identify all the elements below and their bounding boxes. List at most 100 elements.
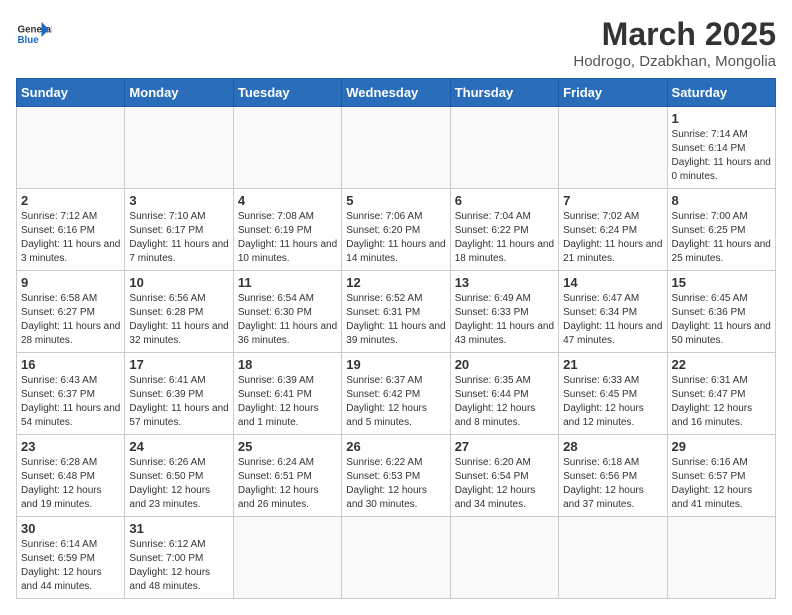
day-cell bbox=[450, 517, 558, 599]
day-number: 15 bbox=[672, 275, 771, 290]
day-number: 17 bbox=[129, 357, 228, 372]
day-number: 11 bbox=[238, 275, 337, 290]
day-number: 4 bbox=[238, 193, 337, 208]
day-cell: 15Sunrise: 6:45 AM Sunset: 6:36 PM Dayli… bbox=[667, 271, 775, 353]
day-cell: 26Sunrise: 6:22 AM Sunset: 6:53 PM Dayli… bbox=[342, 435, 450, 517]
day-cell: 16Sunrise: 6:43 AM Sunset: 6:37 PM Dayli… bbox=[17, 353, 125, 435]
weekday-header-saturday: Saturday bbox=[667, 79, 775, 107]
day-cell: 28 Sunrise: 6:18 AM Sunset: 6:56 PM Dayli… bbox=[559, 435, 667, 517]
day-number: 24 bbox=[129, 439, 228, 454]
day-cell bbox=[450, 107, 558, 189]
day-cell bbox=[342, 107, 450, 189]
day-info: Sunrise: 7:02 AM Sunset: 6:24 PM Dayligh… bbox=[563, 210, 662, 266]
day-info: Sunrise: 6:41 AM Sunset: 6:39 PM Dayligh… bbox=[129, 374, 228, 430]
day-number: 6 bbox=[455, 193, 554, 208]
weekday-header-wednesday: Wednesday bbox=[342, 79, 450, 107]
day-number: 14 bbox=[563, 275, 662, 290]
weekday-header-tuesday: Tuesday bbox=[233, 79, 341, 107]
day-number: 28 bbox=[563, 439, 662, 454]
day-cell: 29 Sunrise: 6:16 AM Sunset: 6:57 PM Dayli… bbox=[667, 435, 775, 517]
day-number: 13 bbox=[455, 275, 554, 290]
day-info: Sunrise: 7:06 AM Sunset: 6:20 PM Dayligh… bbox=[346, 210, 445, 266]
svg-text:Blue: Blue bbox=[18, 35, 40, 46]
day-cell: 10Sunrise: 6:56 AM Sunset: 6:28 PM Dayli… bbox=[125, 271, 233, 353]
day-info: Sunrise: 7:10 AM Sunset: 6:17 PM Dayligh… bbox=[129, 210, 228, 266]
day-number: 2 bbox=[21, 193, 120, 208]
day-cell: 11 Sunrise: 6:54 AM Sunset: 6:30 PM Dayli… bbox=[233, 271, 341, 353]
day-cell: 5Sunrise: 7:06 AM Sunset: 6:20 PM Daylig… bbox=[342, 189, 450, 271]
day-info: Sunrise: 7:04 AM Sunset: 6:22 PM Dayligh… bbox=[455, 210, 554, 266]
day-info: Sunrise: 6:47 AM Sunset: 6:34 PM Dayligh… bbox=[563, 292, 662, 348]
weekday-header-monday: Monday bbox=[125, 79, 233, 107]
day-cell: 24 Sunrise: 6:26 AM Sunset: 6:50 PM Dayli… bbox=[125, 435, 233, 517]
day-cell: 22 Sunrise: 6:31 AM Sunset: 6:47 PM Dayli… bbox=[667, 353, 775, 435]
day-number: 18 bbox=[238, 357, 337, 372]
weekday-header-thursday: Thursday bbox=[450, 79, 558, 107]
day-cell: 23Sunrise: 6:28 AM Sunset: 6:48 PM Dayli… bbox=[17, 435, 125, 517]
day-cell: 25Sunrise: 6:24 AM Sunset: 6:51 PM Dayli… bbox=[233, 435, 341, 517]
day-cell: 18 Sunrise: 6:39 AM Sunset: 6:41 PM Dayli… bbox=[233, 353, 341, 435]
day-info: Sunrise: 6:49 AM Sunset: 6:33 PM Dayligh… bbox=[455, 292, 554, 348]
day-number: 20 bbox=[455, 357, 554, 372]
day-cell: 13 Sunrise: 6:49 AM Sunset: 6:33 PM Dayli… bbox=[450, 271, 558, 353]
day-cell bbox=[17, 107, 125, 189]
header: General Blue March 2025 Hodrogo, Dzabkha… bbox=[16, 16, 776, 70]
logo: General Blue bbox=[16, 16, 52, 52]
day-number: 30 bbox=[21, 521, 120, 536]
day-number: 16 bbox=[21, 357, 120, 372]
day-info: Sunrise: 7:08 AM Sunset: 6:19 PM Dayligh… bbox=[238, 210, 337, 266]
day-cell: 19Sunrise: 6:37 AM Sunset: 6:42 PM Dayli… bbox=[342, 353, 450, 435]
day-cell bbox=[233, 107, 341, 189]
day-info: Sunrise: 6:22 AM Sunset: 6:53 PM Dayligh… bbox=[346, 456, 445, 512]
day-info: Sunrise: 6:26 AM Sunset: 6:50 PM Dayligh… bbox=[129, 456, 228, 512]
week-row-1: 1Sunrise: 7:14 AM Sunset: 6:14 PM Daylig… bbox=[17, 107, 776, 189]
day-number: 29 bbox=[672, 439, 771, 454]
day-number: 23 bbox=[21, 439, 120, 454]
week-row-4: 16Sunrise: 6:43 AM Sunset: 6:37 PM Dayli… bbox=[17, 353, 776, 435]
day-cell: 31Sunrise: 6:12 AM Sunset: 7:00 PM Dayli… bbox=[125, 517, 233, 599]
day-number: 27 bbox=[455, 439, 554, 454]
day-cell: 7Sunrise: 7:02 AM Sunset: 6:24 PM Daylig… bbox=[559, 189, 667, 271]
day-info: Sunrise: 6:52 AM Sunset: 6:31 PM Dayligh… bbox=[346, 292, 445, 348]
day-cell bbox=[667, 517, 775, 599]
weekday-header-sunday: Sunday bbox=[17, 79, 125, 107]
week-row-6: 30Sunrise: 6:14 AM Sunset: 6:59 PM Dayli… bbox=[17, 517, 776, 599]
weekday-header-row: SundayMondayTuesdayWednesdayThursdayFrid… bbox=[17, 79, 776, 107]
day-cell bbox=[559, 517, 667, 599]
weekday-header-friday: Friday bbox=[559, 79, 667, 107]
day-cell: 8Sunrise: 7:00 AM Sunset: 6:25 PM Daylig… bbox=[667, 189, 775, 271]
main-title: March 2025 bbox=[573, 16, 776, 53]
day-cell bbox=[125, 107, 233, 189]
day-info: Sunrise: 7:00 AM Sunset: 6:25 PM Dayligh… bbox=[672, 210, 771, 266]
day-info: Sunrise: 6:39 AM Sunset: 6:41 PM Dayligh… bbox=[238, 374, 337, 430]
day-number: 3 bbox=[129, 193, 228, 208]
day-info: Sunrise: 7:12 AM Sunset: 6:16 PM Dayligh… bbox=[21, 210, 120, 266]
week-row-3: 9Sunrise: 6:58 AM Sunset: 6:27 PM Daylig… bbox=[17, 271, 776, 353]
day-info: Sunrise: 6:16 AM Sunset: 6:57 PM Dayligh… bbox=[672, 456, 771, 512]
day-info: Sunrise: 6:31 AM Sunset: 6:47 PM Dayligh… bbox=[672, 374, 771, 430]
day-info: Sunrise: 7:14 AM Sunset: 6:14 PM Dayligh… bbox=[672, 128, 771, 184]
day-info: Sunrise: 6:54 AM Sunset: 6:30 PM Dayligh… bbox=[238, 292, 337, 348]
day-cell bbox=[342, 517, 450, 599]
day-cell: 2 Sunrise: 7:12 AM Sunset: 6:16 PM Daylig… bbox=[17, 189, 125, 271]
calendar-table: SundayMondayTuesdayWednesdayThursdayFrid… bbox=[16, 78, 776, 599]
day-number: 19 bbox=[346, 357, 445, 372]
day-number: 21 bbox=[563, 357, 662, 372]
day-cell: 14 Sunrise: 6:47 AM Sunset: 6:34 PM Dayli… bbox=[559, 271, 667, 353]
day-number: 22 bbox=[672, 357, 771, 372]
day-cell: 17 Sunrise: 6:41 AM Sunset: 6:39 PM Dayli… bbox=[125, 353, 233, 435]
week-row-5: 23Sunrise: 6:28 AM Sunset: 6:48 PM Dayli… bbox=[17, 435, 776, 517]
day-info: Sunrise: 6:24 AM Sunset: 6:51 PM Dayligh… bbox=[238, 456, 337, 512]
day-cell: 6 Sunrise: 7:04 AM Sunset: 6:22 PM Daylig… bbox=[450, 189, 558, 271]
day-cell: 20 Sunrise: 6:35 AM Sunset: 6:44 PM Dayli… bbox=[450, 353, 558, 435]
day-cell: 30Sunrise: 6:14 AM Sunset: 6:59 PM Dayli… bbox=[17, 517, 125, 599]
day-cell: 12 Sunrise: 6:52 AM Sunset: 6:31 PM Dayli… bbox=[342, 271, 450, 353]
day-cell: 4 Sunrise: 7:08 AM Sunset: 6:19 PM Daylig… bbox=[233, 189, 341, 271]
day-cell: 27Sunrise: 6:20 AM Sunset: 6:54 PM Dayli… bbox=[450, 435, 558, 517]
subtitle: Hodrogo, Dzabkhan, Mongolia bbox=[573, 53, 776, 70]
title-block: March 2025 Hodrogo, Dzabkhan, Mongolia bbox=[573, 16, 776, 70]
day-number: 12 bbox=[346, 275, 445, 290]
day-info: Sunrise: 6:18 AM Sunset: 6:56 PM Dayligh… bbox=[563, 456, 662, 512]
day-info: Sunrise: 6:35 AM Sunset: 6:44 PM Dayligh… bbox=[455, 374, 554, 430]
day-cell: 1Sunrise: 7:14 AM Sunset: 6:14 PM Daylig… bbox=[667, 107, 775, 189]
